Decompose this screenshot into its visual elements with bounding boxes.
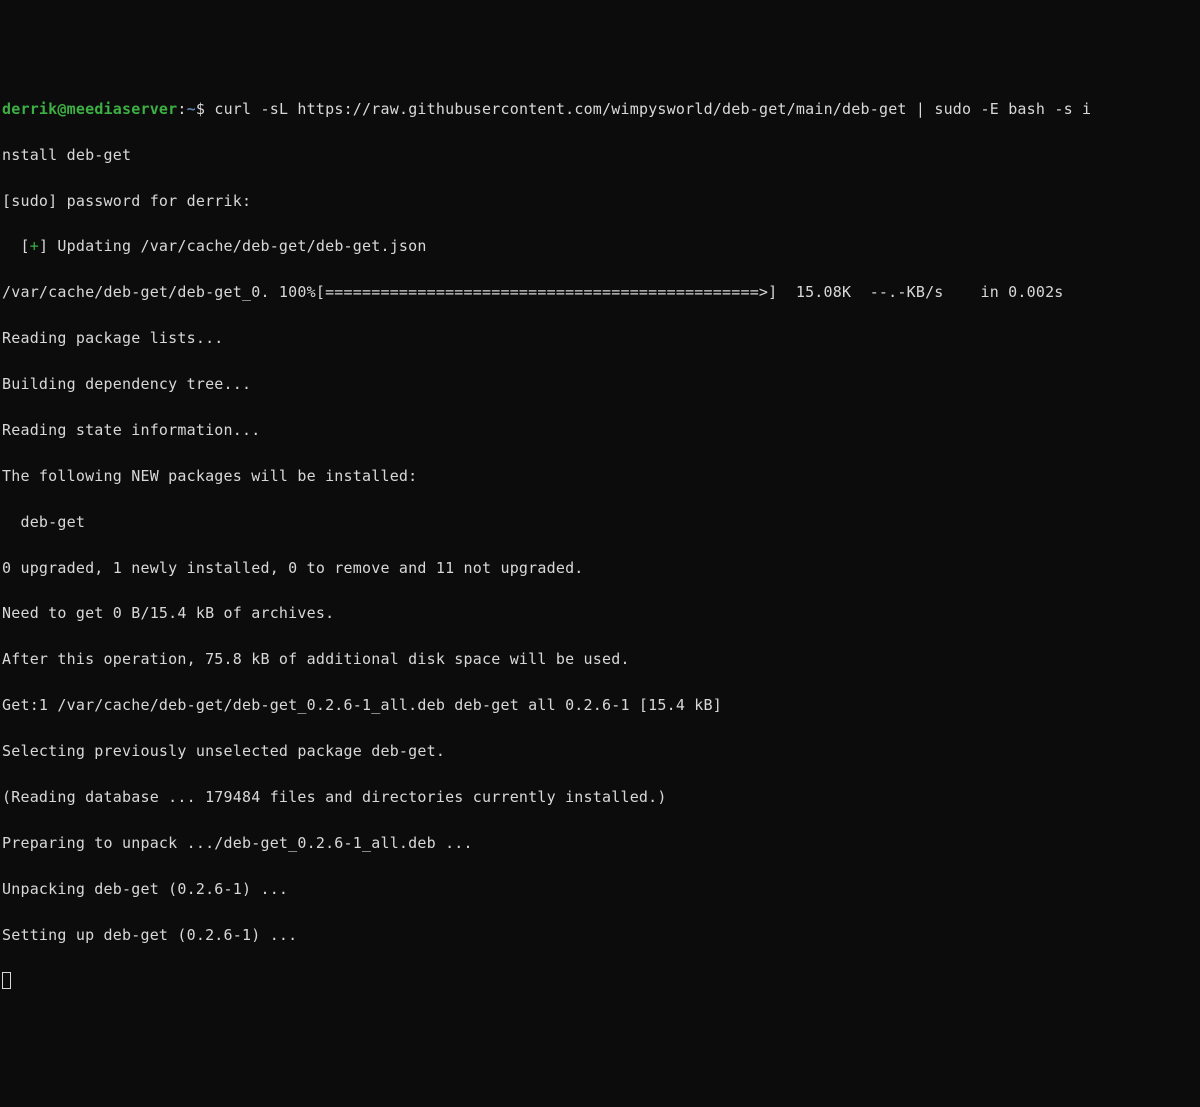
updating-text: ] Updating /var/cache/deb-get/deb-get.js… <box>39 237 427 255</box>
output-line: Reading package lists... <box>2 327 1198 350</box>
cursor-line[interactable] <box>2 969 1198 992</box>
prompt-user: derrik <box>2 100 57 118</box>
prompt-dollar: $ <box>196 100 214 118</box>
prompt-colon: : <box>177 100 186 118</box>
output-updating: [+] Updating /var/cache/deb-get/deb-get.… <box>2 235 1198 258</box>
output-line: Building dependency tree... <box>2 373 1198 396</box>
output-line: Setting up deb-get (0.2.6-1) ... <box>2 924 1198 947</box>
output-line: deb-get <box>2 511 1198 534</box>
cursor-icon <box>2 972 11 989</box>
bracket-open: [ <box>2 237 30 255</box>
output-line: 0 upgraded, 1 newly installed, 0 to remo… <box>2 557 1198 580</box>
output-line: Reading state information... <box>2 419 1198 442</box>
plus-icon: + <box>30 237 39 255</box>
output-line: Selecting previously unselected package … <box>2 740 1198 763</box>
output-line: After this operation, 75.8 kB of additio… <box>2 648 1198 671</box>
output-line: (Reading database ... 179484 files and d… <box>2 786 1198 809</box>
output-sudo-prompt: [sudo] password for derrik: <box>2 190 1198 213</box>
output-line: Preparing to unpack .../deb-get_0.2.6-1_… <box>2 832 1198 855</box>
prompt-line[interactable]: derrik@meediaserver:~$ curl -sL https://… <box>2 98 1198 121</box>
output-line: Need to get 0 B/15.4 kB of archives. <box>2 602 1198 625</box>
output-progress: /var/cache/deb-get/deb-get_0. 100%[=====… <box>2 281 1198 304</box>
output-line: Unpacking deb-get (0.2.6-1) ... <box>2 878 1198 901</box>
output-line: Get:1 /var/cache/deb-get/deb-get_0.2.6-1… <box>2 694 1198 717</box>
output-line: The following NEW packages will be insta… <box>2 465 1198 488</box>
command-text: curl -sL https://raw.githubusercontent.c… <box>214 100 1091 118</box>
prompt-at: @ <box>57 100 66 118</box>
prompt-host: meediaserver <box>67 100 178 118</box>
output-line: nstall deb-get <box>2 144 1198 167</box>
prompt-tilde: ~ <box>187 100 196 118</box>
